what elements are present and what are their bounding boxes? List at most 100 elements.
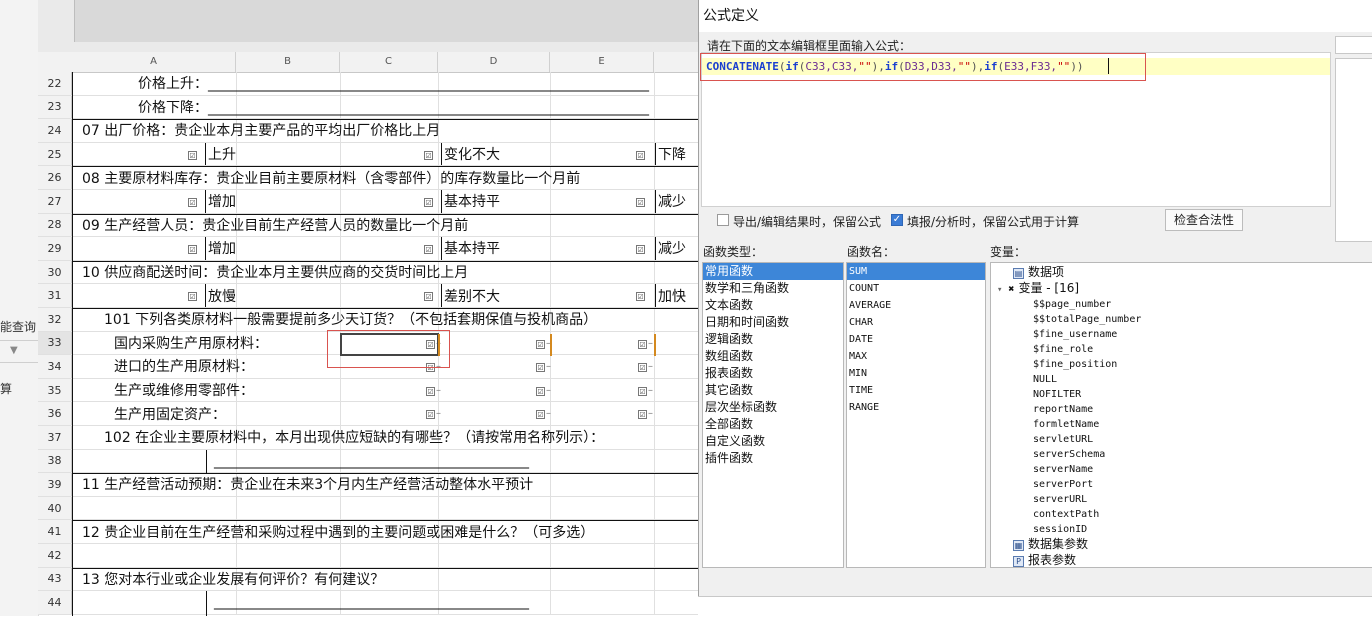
table-row[interactable]: 39 11 生产经营活动预期：贵企业在未来3个月内生产经营活动整体水平预计 — [38, 473, 698, 497]
variable-item[interactable]: contextPath — [1033, 507, 1099, 522]
option-checkbox[interactable]: ☑ — [636, 150, 645, 160]
table-row[interactable]: 40 — [38, 496, 698, 521]
table-row[interactable]: 32 101 下列各类原材料一般需要提前多少天订货？（不包括套期保值与投机商品） — [38, 308, 698, 332]
cell-checkbox[interactable]: ☑ — [638, 339, 647, 349]
row-number[interactable]: 26 — [38, 166, 72, 189]
row-number[interactable]: 36 — [38, 402, 72, 425]
table-row[interactable]: 36 生产用固定资产： ☑ – ☑ – ☑ – — [38, 402, 698, 426]
option-checkbox[interactable]: ☑ — [636, 245, 645, 255]
variable-item[interactable]: $fine_position — [1033, 357, 1117, 372]
variable-item[interactable]: serverPort — [1033, 477, 1093, 492]
column-header-c[interactable]: C — [340, 52, 438, 72]
variable-item[interactable]: $$totalPage_number — [1033, 312, 1141, 327]
cell-checkbox[interactable]: ☑ — [638, 363, 647, 373]
function-item[interactable]: AVERAGE — [847, 297, 985, 314]
variable-item[interactable]: servletURL — [1033, 432, 1093, 447]
tree-node-variables[interactable]: ▾ ✖ 变量 - [16] — [997, 281, 1079, 296]
spreadsheet-area[interactable]: ⋮⋮ A B C D E 22价格上升：____________________… — [38, 0, 698, 616]
function-category-list[interactable]: 常用函数 数学和三角函数 文本函数 日期和时间函数 逻辑函数 数组函数 报表函数 其它函数 层次… — [702, 262, 844, 568]
column-header-f[interactable] — [654, 52, 698, 72]
option-checkbox[interactable]: ☑ — [636, 198, 645, 207]
option-checkbox[interactable]: ☑ — [424, 198, 433, 207]
column-header-a[interactable]: A — [72, 52, 236, 72]
option-checkbox[interactable]: ☑ — [424, 150, 433, 160]
row-number[interactable]: 23 — [38, 95, 72, 119]
formula-editor[interactable]: CONCATENATE(if(C33,C33,""),if(D33,D33,""… — [700, 52, 1331, 207]
row-number[interactable]: 43 — [38, 567, 72, 591]
table-row[interactable]: 37 102 在企业主要原材料中，本月出现供应短缺的有哪些？（请按常用名称列示）： — [38, 426, 698, 450]
table-row[interactable]: 41 12 贵企业目前在生产经营和采购过程中遇到的主要问题或困难是什么？（可多选） — [38, 520, 698, 544]
row-number[interactable]: 29 — [38, 237, 72, 260]
cell-checkbox[interactable]: ☑ — [536, 339, 545, 349]
row-number[interactable]: 33 — [38, 331, 72, 355]
variable-item[interactable]: NULL — [1033, 372, 1057, 387]
cell-checkbox[interactable]: ☑ — [536, 410, 545, 420]
row-number[interactable]: 41 — [38, 520, 72, 543]
table-row[interactable]: 29 ☑ 增加 ☑ 基本持平 ☑ 减少 — [38, 237, 698, 261]
category-item[interactable]: 报表函数 — [703, 365, 843, 382]
row-number[interactable]: 35 — [38, 378, 72, 402]
column-header-e[interactable]: E — [550, 52, 654, 72]
function-item[interactable]: MAX — [847, 348, 985, 365]
option-checkbox[interactable]: ☑ — [188, 292, 197, 302]
row-number[interactable]: 25 — [38, 142, 72, 166]
tree-node-report-params[interactable]: P 报表参数 — [1013, 553, 1076, 567]
function-item[interactable]: TIME — [847, 382, 985, 399]
table-row[interactable]: 38 ______________________________________… — [38, 449, 698, 474]
cell-checkbox[interactable]: ☑ — [536, 386, 545, 396]
variable-item[interactable]: reportName — [1033, 402, 1093, 417]
validate-button[interactable]: 检查合法性 — [1165, 209, 1243, 231]
function-item[interactable]: COUNT — [847, 280, 985, 297]
variable-item[interactable]: $fine_role — [1033, 342, 1093, 357]
category-item[interactable]: 常用函数 — [703, 263, 843, 280]
chevron-down-icon[interactable]: ▼ — [10, 345, 18, 356]
variable-item[interactable]: $$page_number — [1033, 297, 1111, 312]
category-item[interactable]: 全部函数 — [703, 416, 843, 433]
cell-checkbox[interactable]: ☑ — [638, 410, 647, 420]
function-name-list[interactable]: SUM COUNT AVERAGE CHAR DATE MAX MIN TIME RANGE — [846, 262, 986, 568]
variable-item[interactable]: sessionID — [1033, 522, 1087, 537]
table-row[interactable]: 30 10 供应商配送时间：贵企业本月主要供应商的交货时间比上月 — [38, 260, 698, 285]
keep-formula-calc-label[interactable]: 填报/分析时，保留公式用于计算 — [907, 213, 1079, 230]
tree-node-data-item[interactable]: ▤ 数据项 — [1013, 265, 1064, 280]
category-item[interactable]: 其它函数 — [703, 382, 843, 399]
chevron-down-icon[interactable]: ▾ — [997, 285, 1002, 295]
table-row[interactable]: 25 ☑ 上升 ☑ 变化不大 ☑ 下降 — [38, 142, 698, 167]
table-row[interactable]: 24 07 出厂价格：贵企业本月主要产品的平均出厂价格比上月 — [38, 119, 698, 143]
category-item[interactable]: 文本函数 — [703, 297, 843, 314]
function-item[interactable]: CHAR — [847, 314, 985, 331]
variable-item[interactable]: $fine_username — [1033, 327, 1117, 342]
table-row[interactable]: 35 生产或维修用零部件： ☑ – ☑ – ☑ – — [38, 378, 698, 403]
cell-checkbox[interactable]: ☑ — [536, 363, 545, 373]
cell-checkbox[interactable]: ☑ — [426, 410, 435, 420]
table-row[interactable]: 22 价格上升：_________________________________… — [38, 72, 698, 96]
category-item[interactable]: 日期和时间函数 — [703, 314, 843, 331]
variable-item[interactable]: serverSchema — [1033, 447, 1105, 462]
keep-formula-export-checkbox[interactable] — [717, 214, 729, 226]
category-item[interactable]: 层次坐标函数 — [703, 399, 843, 416]
keep-formula-calc-checkbox[interactable]: ✓ — [891, 214, 903, 226]
row-number[interactable]: 39 — [38, 473, 72, 496]
table-row[interactable]: 28 09 生产经营人员：贵企业目前生产经营人员的数量比一个月前 — [38, 213, 698, 238]
cell-checkbox[interactable]: ☑ — [426, 386, 435, 396]
category-item[interactable]: 插件函数 — [703, 450, 843, 467]
row-number[interactable]: 24 — [38, 119, 72, 142]
option-checkbox[interactable]: ☑ — [188, 245, 197, 255]
function-item[interactable]: MIN — [847, 365, 985, 382]
row-number[interactable]: 31 — [38, 284, 72, 307]
keep-formula-export-label[interactable]: 导出/编辑结果时，保留公式 — [733, 213, 881, 230]
table-row[interactable]: 23 价格下降：_________________________________… — [38, 95, 698, 120]
row-number[interactable]: 40 — [38, 496, 72, 520]
row-number[interactable]: 28 — [38, 213, 72, 237]
row-number[interactable]: 34 — [38, 355, 72, 378]
table-row[interactable]: 26 08 主要原材料库存：贵企业目前主要原材料（含零部件）的库存数量比一个月前 — [38, 166, 698, 190]
variable-tree[interactable]: ▤ 数据项 ▾ ✖ 变量 - [16] $$page_number $$totalPag… — [990, 262, 1372, 568]
option-checkbox[interactable]: ☑ — [188, 198, 197, 207]
function-item[interactable]: SUM — [847, 263, 985, 280]
category-item[interactable]: 数学和三角函数 — [703, 280, 843, 297]
option-checkbox[interactable]: ☑ — [424, 245, 433, 255]
row-number[interactable]: 42 — [38, 544, 72, 567]
category-item[interactable]: 数组函数 — [703, 348, 843, 365]
side-label-query[interactable]: 能查询 — [0, 318, 36, 335]
function-item[interactable]: RANGE — [847, 399, 985, 416]
